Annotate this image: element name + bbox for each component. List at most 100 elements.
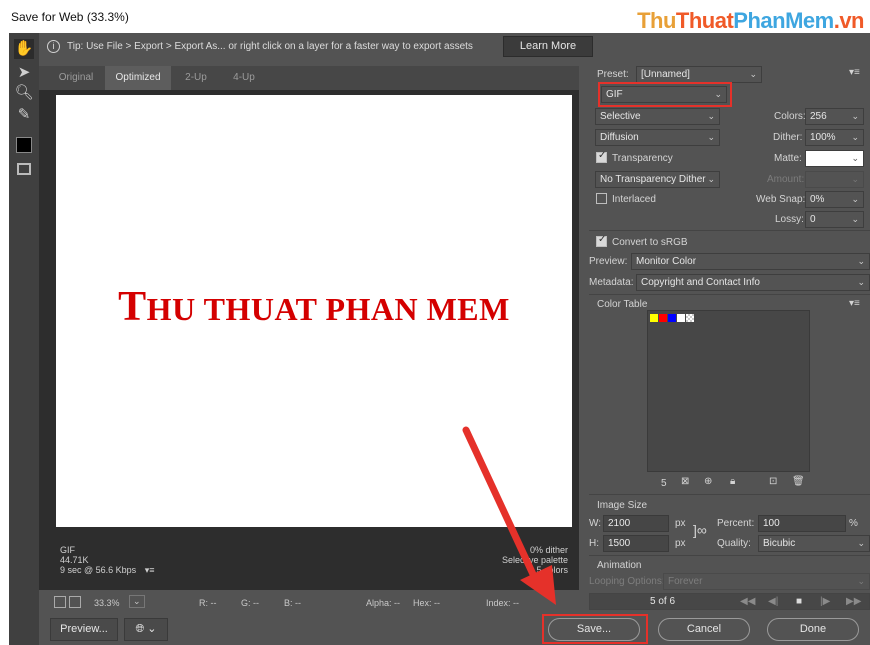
color-swatch[interactable] <box>659 314 667 322</box>
stop-icon[interactable]: ■ <box>796 594 802 609</box>
slice-select-tool-icon[interactable]: ➤ <box>14 63 34 83</box>
preview-label: Preview: <box>589 256 628 267</box>
tip-bar: i Tip: Use File > Export > Export As... … <box>39 33 593 61</box>
delete-color-icon[interactable]: 🗑︎ <box>792 476 805 487</box>
tab-2-up[interactable]: 2-Up <box>173 66 219 90</box>
color-table[interactable] <box>647 310 810 472</box>
matte-label: Matte: <box>774 153 802 164</box>
color-table-menu-icon[interactable]: ▾≡ <box>849 298 860 309</box>
percent-label: Percent: <box>717 518 755 529</box>
interlaced-checkbox[interactable] <box>596 193 607 204</box>
readout-g: G: -- <box>241 598 259 608</box>
tab-original[interactable]: Original <box>47 66 105 90</box>
zoom-dropdown-icon[interactable]: ⌄ <box>129 595 145 608</box>
format-highlight-box <box>598 82 732 107</box>
readout-hex: Hex: -- <box>413 598 440 608</box>
image-preview[interactable]: THU THUAT PHAN MEM <box>56 95 572 527</box>
learn-more-button[interactable]: Learn More <box>503 36 593 57</box>
dither-amount-field[interactable]: 100% ⌄ <box>805 129 864 146</box>
image-size-title: Image Size <box>597 500 648 511</box>
readout-r: R: -- <box>199 598 217 608</box>
animation-title: Animation <box>597 560 642 571</box>
preset-label: Preset: <box>597 69 629 80</box>
transparency-label: Transparency <box>612 153 673 164</box>
lock-color-icon[interactable]: 🔒︎ <box>730 476 735 487</box>
status-bar: 33.3% ⌄ R: -- G: -- B: -- Alpha: -- Hex:… <box>39 592 579 614</box>
animation-controls: 5 of 6 ◀◀ ◀| ■ |▶ ▶▶ <box>589 593 870 610</box>
tool-strip: ✋ ➤ 🔍︎ ✎ <box>9 33 39 645</box>
height-label: H: <box>589 538 599 549</box>
eyedropper-tool-icon[interactable]: ✎ <box>14 105 34 125</box>
optimized-info: GIF 44.71K 9 sec @ 56.6 Kbps ▾≡ 0% dithe… <box>56 535 572 585</box>
browser-preview-dropdown[interactable]: 🌐︎ ⌄ <box>124 618 168 641</box>
view-tabs: Original Optimized 2-Up 4-Up <box>39 66 579 90</box>
tab-4-up[interactable]: 4-Up <box>221 66 267 90</box>
preset-dropdown[interactable]: [Unnamed] ⌄ <box>636 66 762 83</box>
looping-dropdown: Forever ⌄ <box>663 573 870 590</box>
zoom-out-button[interactable] <box>54 596 66 608</box>
menu-icon[interactable]: ▾≡ <box>145 565 155 575</box>
quality-dropdown[interactable]: Bicubic ⌄ <box>758 535 870 552</box>
web-shift-icon[interactable]: ⊕ <box>704 476 712 487</box>
last-frame-icon[interactable]: ▶▶ <box>846 594 861 609</box>
next-frame-icon[interactable]: |▶ <box>820 594 830 609</box>
watermark-logo: ThuThuatPhanMem.vn <box>637 8 864 33</box>
info-download-time: 9 sec @ 56.6 Kbps ▾≡ <box>60 565 155 575</box>
map-to-transparent-icon[interactable]: ⊠ <box>681 476 689 487</box>
hand-tool-icon[interactable]: ✋ <box>14 39 34 59</box>
prev-frame-icon[interactable]: ◀| <box>768 594 778 609</box>
done-button[interactable]: Done <box>767 618 859 641</box>
info-icon: i <box>47 40 60 53</box>
new-color-icon[interactable]: ⊡ <box>769 476 777 487</box>
info-palette: Selective palette <box>501 555 568 565</box>
title-bar: Save for Web (33.3%) ThuThuatPhanMem.vn <box>0 0 870 33</box>
transparent-swatch[interactable] <box>686 314 694 322</box>
link-dimensions-icon[interactable]: ]∞ <box>693 522 707 538</box>
amount-field: ⌄ <box>805 171 864 188</box>
width-unit: px <box>675 518 686 529</box>
panel-menu-icon[interactable]: ▾≡ <box>849 67 860 78</box>
height-unit: px <box>675 538 686 549</box>
preview-button[interactable]: Preview... <box>50 618 118 641</box>
lossy-field[interactable]: 0 ⌄ <box>805 211 864 228</box>
readout-b: B: -- <box>284 598 301 608</box>
preview-color-dropdown[interactable]: Monitor Color ⌄ <box>631 253 870 270</box>
dither-algorithm-dropdown[interactable]: Diffusion ⌄ <box>595 129 720 146</box>
tab-optimized[interactable]: Optimized <box>105 66 171 90</box>
height-field[interactable]: 1500 <box>603 535 669 552</box>
matte-dropdown[interactable]: ⌄ <box>805 150 864 167</box>
web-snap-field[interactable]: 0% ⌄ <box>805 191 864 208</box>
color-swatch[interactable] <box>668 314 676 322</box>
color-count: 5 <box>661 478 667 489</box>
zoom-in-button[interactable] <box>69 596 81 608</box>
dither-label: Dither: <box>773 132 803 143</box>
reduction-dropdown[interactable]: Selective ⌄ <box>595 108 720 125</box>
width-field[interactable]: 2100 <box>603 515 669 532</box>
percent-unit: % <box>849 518 858 529</box>
lossy-label: Lossy: <box>775 214 804 225</box>
first-frame-icon[interactable]: ◀◀ <box>740 594 755 609</box>
looping-label: Looping Options: <box>589 576 665 587</box>
info-dither: 0% dither <box>529 545 568 555</box>
metadata-dropdown[interactable]: Copyright and Contact Info ⌄ <box>636 274 870 291</box>
preview-image-text: THU THUAT PHAN MEM <box>118 284 510 330</box>
zoom-tool-icon[interactable]: 🔍︎ <box>14 83 34 103</box>
colors-dropdown[interactable]: 256 ⌄ <box>805 108 864 125</box>
transparency-dither-dropdown[interactable]: No Transparency Dither ⌄ <box>595 171 720 188</box>
color-swatch[interactable] <box>650 314 658 322</box>
save-highlight-box <box>542 614 648 644</box>
tip-text: Tip: Use File > Export > Export As... or… <box>67 41 473 52</box>
cancel-button[interactable]: Cancel <box>658 618 750 641</box>
toggle-slices-icon[interactable] <box>14 159 34 179</box>
amount-label: Amount: <box>767 174 805 185</box>
web-snap-label: Web Snap: <box>756 194 806 205</box>
color-swatch[interactable] <box>677 314 685 322</box>
colors-label: Colors: <box>774 111 806 122</box>
transparency-checkbox[interactable] <box>596 150 607 163</box>
readout-index: Index: -- <box>486 598 520 608</box>
interlaced-label: Interlaced <box>612 194 656 205</box>
percent-field[interactable]: 100 <box>758 515 846 532</box>
convert-srgb-checkbox[interactable] <box>596 234 607 247</box>
eyedropper-color-swatch[interactable] <box>14 135 34 155</box>
zoom-level[interactable]: 33.3% <box>94 598 120 608</box>
